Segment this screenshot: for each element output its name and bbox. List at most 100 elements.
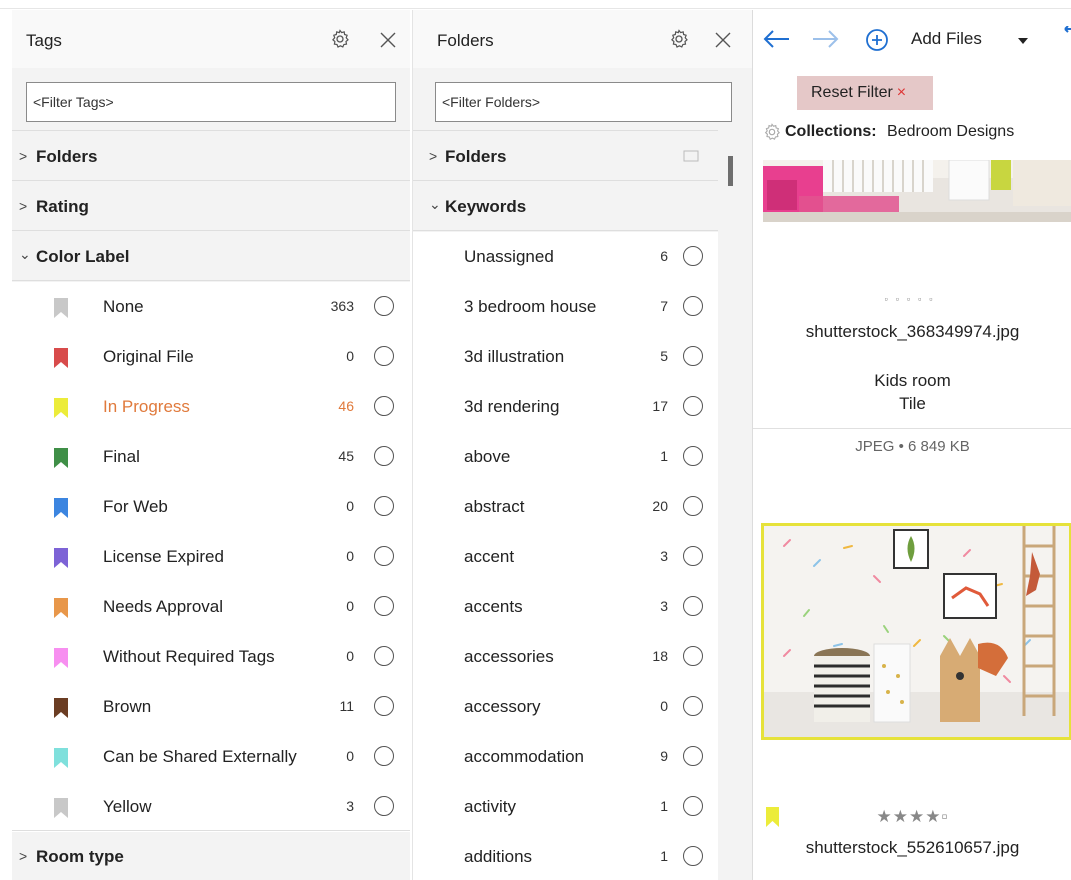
folders-pane-title: Folders: [437, 31, 494, 50]
back-arrow-icon[interactable]: [761, 28, 791, 50]
file-format-info: JPEG • 6 849 KB: [855, 438, 970, 455]
keyword-radio[interactable]: [683, 846, 703, 866]
color-label-row[interactable]: License Expired 0: [12, 532, 410, 582]
color-label-count: 3: [346, 798, 354, 814]
color-label-row[interactable]: Can be Shared Externally 0: [12, 732, 410, 782]
keyword-radio[interactable]: [683, 496, 703, 516]
filter-tags-input[interactable]: <Filter Tags>: [26, 82, 396, 122]
color-label-count: 0: [346, 598, 354, 614]
keyword-radio[interactable]: [683, 746, 703, 766]
add-circle-icon[interactable]: [865, 28, 889, 52]
color-label-radio[interactable]: [374, 446, 394, 466]
keyword-row[interactable]: accents 3: [413, 582, 718, 632]
divider: [12, 230, 410, 231]
keyword-row[interactable]: accessory 0: [413, 682, 718, 732]
thumbnail-image-1[interactable]: [763, 160, 1071, 222]
keyword-radio[interactable]: [683, 346, 703, 366]
reset-filter-button[interactable]: Reset Filter ×: [797, 76, 933, 110]
keyword-row[interactable]: above 1: [413, 432, 718, 482]
rating-dots[interactable]: ▫▫▫▫▫: [753, 294, 1071, 304]
keyword-radio[interactable]: [683, 646, 703, 666]
keyword-radio[interactable]: [683, 696, 703, 716]
color-label-count: 0: [346, 648, 354, 664]
filter-folders-input[interactable]: <Filter Folders>: [435, 82, 732, 122]
color-label-radio[interactable]: [374, 746, 394, 766]
color-label-row[interactable]: For Web 0: [12, 482, 410, 532]
color-label-radio[interactable]: [374, 646, 394, 666]
files-toolbar: Add Files: [753, 10, 1071, 68]
color-label-radio[interactable]: [374, 296, 394, 316]
color-label-radio[interactable]: [374, 796, 394, 816]
keyword-radio[interactable]: [683, 246, 703, 266]
thumbnail-image-2[interactable]: [761, 523, 1071, 740]
gear-icon[interactable]: [330, 29, 350, 49]
color-label-radio[interactable]: [374, 546, 394, 566]
section-keywords-label: Keywords: [445, 197, 527, 216]
section-folders[interactable]: > Folders: [413, 134, 718, 180]
color-label-radio[interactable]: [374, 596, 394, 616]
keyword-row[interactable]: accommodation 9: [413, 732, 718, 782]
keyword-row[interactable]: additions 1: [413, 832, 718, 880]
section-color-label[interactable]: ⌄ Color Label: [12, 234, 410, 280]
keyword-row[interactable]: abstract 20: [413, 482, 718, 532]
color-label-row[interactable]: Yellow 3: [12, 782, 410, 832]
color-label-radio[interactable]: [374, 346, 394, 366]
keyword-radio[interactable]: [683, 396, 703, 416]
file-tag-1: Kids room: [874, 371, 951, 390]
section-room-type[interactable]: > Room type: [12, 834, 410, 880]
keyword-count: 9: [660, 748, 668, 764]
divider: [413, 180, 718, 181]
checkbox-icon[interactable]: [683, 150, 699, 162]
keyword-name: 3d illustration: [464, 347, 565, 366]
close-icon[interactable]: [713, 30, 733, 50]
close-icon[interactable]: [378, 30, 398, 50]
color-label-row[interactable]: In Progress 46: [12, 382, 410, 432]
color-label-row[interactable]: Needs Approval 0: [12, 582, 410, 632]
keyword-row[interactable]: 3d illustration 5: [413, 332, 718, 382]
gear-icon[interactable]: [763, 123, 781, 141]
gear-icon[interactable]: [669, 29, 689, 49]
keyword-count: 1: [660, 448, 668, 464]
section-keywords[interactable]: ⌄ Keywords: [413, 184, 718, 230]
color-label-count: 11: [339, 698, 354, 714]
color-label-count: 45: [338, 448, 354, 464]
keyword-radio[interactable]: [683, 546, 703, 566]
keyword-radio[interactable]: [683, 796, 703, 816]
section-folders[interactable]: > Folders: [12, 134, 410, 180]
color-label-row[interactable]: Final 45: [12, 432, 410, 482]
add-files-button[interactable]: Add Files: [911, 29, 982, 49]
keyword-radio[interactable]: [683, 596, 703, 616]
collections-value[interactable]: Bedroom Designs: [887, 123, 1014, 140]
dropdown-caret-icon[interactable]: [1017, 37, 1029, 45]
section-rating[interactable]: > Rating: [12, 184, 410, 230]
forward-arrow-icon[interactable]: [811, 28, 841, 50]
keyword-radio[interactable]: [683, 296, 703, 316]
color-label-row[interactable]: Original File 0: [12, 332, 410, 382]
color-label-radio[interactable]: [374, 396, 394, 416]
keyword-row[interactable]: 3d rendering 17: [413, 382, 718, 432]
chevron-right-icon: >: [19, 148, 28, 164]
keyword-row[interactable]: 3 bedroom house 7: [413, 282, 718, 332]
bookmark-flag-icon: [54, 748, 68, 768]
reset-filter-close-icon[interactable]: ×: [897, 84, 906, 101]
keyword-name: 3d rendering: [464, 397, 560, 416]
collections-breadcrumb: Collections: Bedroom Designs: [763, 123, 1014, 141]
scrollbar-track[interactable]: [719, 130, 752, 880]
keyword-row[interactable]: activity 1: [413, 782, 718, 832]
color-label-row[interactable]: Without Required Tags 0: [12, 632, 410, 682]
keyword-radio[interactable]: [683, 446, 703, 466]
color-label-name: Yellow: [103, 797, 152, 816]
color-label-radio[interactable]: [374, 696, 394, 716]
keyword-row[interactable]: accent 3: [413, 532, 718, 582]
color-label-row[interactable]: None 363: [12, 282, 410, 332]
color-label-radio[interactable]: [374, 496, 394, 516]
keyword-row[interactable]: accessories 18: [413, 632, 718, 682]
color-label-count: 0: [346, 548, 354, 564]
keyword-name: 3 bedroom house: [464, 297, 597, 316]
undo-icon[interactable]: [1057, 26, 1071, 52]
color-label-row[interactable]: Brown 11: [12, 682, 410, 732]
scrollbar-thumb[interactable]: [728, 156, 733, 186]
rating-stars[interactable]: ★★★★▫: [753, 807, 1071, 827]
bookmark-flag-icon: [54, 448, 68, 468]
keyword-row[interactable]: Unassigned 6: [413, 232, 718, 282]
